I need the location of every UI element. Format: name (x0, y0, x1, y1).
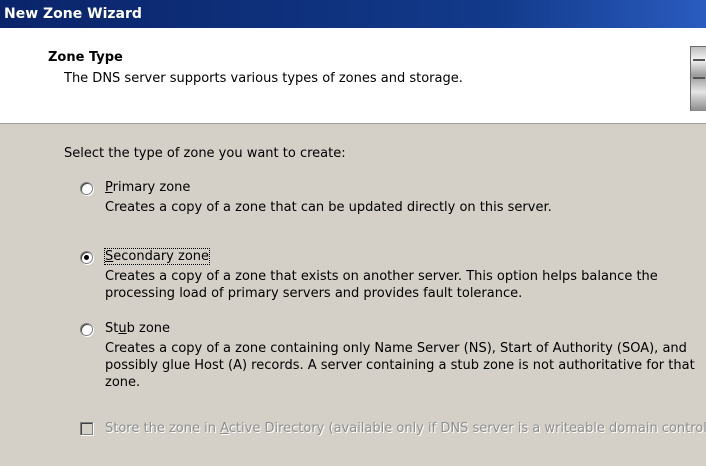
store-in-ad-label: Store the zone in Active Directory (avai… (105, 421, 706, 436)
secondary-zone-radio[interactable] (80, 251, 93, 264)
stub-zone-description: Creates a copy of a zone containing only… (105, 341, 695, 390)
primary-zone-label[interactable]: Primary zone (105, 180, 190, 195)
primary-zone-radio[interactable] (80, 182, 93, 195)
zone-type-prompt: Select the type of zone you want to crea… (64, 146, 346, 161)
stub-zone-radio[interactable] (80, 323, 93, 336)
stub-zone-label[interactable]: Stub zone (105, 321, 170, 336)
secondary-zone-description: Creates a copy of a zone that exists on … (105, 269, 658, 301)
page-title: Zone Type (48, 50, 123, 65)
dns-server-icon (690, 46, 706, 111)
wizard-header: Zone Type The DNS server supports variou… (0, 28, 706, 124)
wizard-body: Select the type of zone you want to crea… (0, 125, 706, 466)
secondary-zone-label[interactable]: Secondary zone (103, 248, 211, 265)
page-subtitle: The DNS server supports various types of… (64, 71, 463, 86)
primary-zone-description: Creates a copy of a zone that can be upd… (105, 200, 552, 215)
window-title-bar[interactable]: New Zone Wizard (0, 0, 706, 28)
store-in-ad-checkbox (80, 422, 93, 435)
window-title: New Zone Wizard (4, 6, 142, 22)
